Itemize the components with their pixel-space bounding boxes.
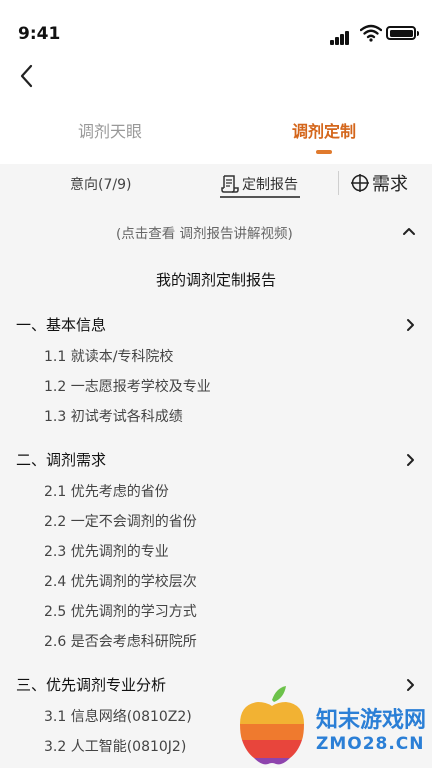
battery-icon [386,26,419,40]
back-arrow-icon[interactable] [14,62,42,90]
section-major-analysis[interactable]: 三、优先调剂专业分析 [16,674,166,695]
list-item[interactable]: 2.6 是否会考虑科研院所 [44,631,197,651]
status-time: 9:41 [18,24,61,44]
list-item[interactable]: 3.2 人工智能(0810J2) [44,736,186,756]
list-item[interactable]: 2.4 优先调剂的学校层次 [44,571,197,591]
list-item[interactable]: 2.5 优先调剂的学习方式 [44,601,197,621]
section-basic-info[interactable]: 一、基本信息 [16,314,106,335]
active-tab-indicator [316,150,332,154]
toolbar-divider [338,171,339,195]
report-content: 意向(7/9) 定制报告 需求 (点击查看 调剂报告讲解视频) 我的调剂定制报告… [0,164,432,768]
list-item[interactable]: 1.3 初试考试各科成绩 [44,406,183,426]
chevron-up-icon[interactable] [402,225,416,237]
need-label: 需求 [372,174,408,195]
tab-tiaoji-tianyan[interactable]: 调剂天眼 [78,118,142,142]
watermark-title: 知末游戏网 [316,708,427,733]
sub-toolbar: 意向(7/9) 定制报告 需求 [0,164,432,204]
watermark: 知末游戏网 ZMO28.CN [232,684,432,768]
report-title: 我的调剂定制报告 [155,271,276,289]
watermark-apple-logo [240,686,304,765]
chevron-right-icon[interactable] [406,318,416,332]
list-item[interactable]: 2.2 一定不会调剂的省份 [44,511,197,531]
custom-report-label: 定制报告 [242,177,298,193]
tab-tiaoji-dingzhi[interactable]: 调剂定制 [292,118,356,142]
status-bar: 9:41 [0,0,432,56]
list-item[interactable]: 2.3 优先调剂的专业 [44,541,169,561]
section-adjust-needs[interactable]: 二、调剂需求 [16,449,106,470]
video-hint-link[interactable]: (点击查看 调剂报告讲解视频) [116,222,293,242]
list-item[interactable]: 2.1 优先考虑的省份 [44,481,169,501]
intent-button[interactable]: 意向(7/9) [70,174,131,194]
list-item[interactable]: 1.1 就读本/专科院校 [44,346,173,366]
signal-icon [330,26,350,45]
wifi-icon [360,24,382,42]
scroll-report-icon [221,175,239,193]
chevron-right-icon[interactable] [406,453,416,467]
list-item[interactable]: 1.2 一志愿报考学校及专业 [44,376,211,396]
watermark-url: ZMO28.CN [316,734,425,754]
report-underline [220,196,300,198]
crosshair-icon [351,174,369,192]
list-item[interactable]: 3.1 信息网络(0810Z2) [44,706,192,726]
top-tabs: 调剂天眼 调剂定制 [0,110,432,164]
